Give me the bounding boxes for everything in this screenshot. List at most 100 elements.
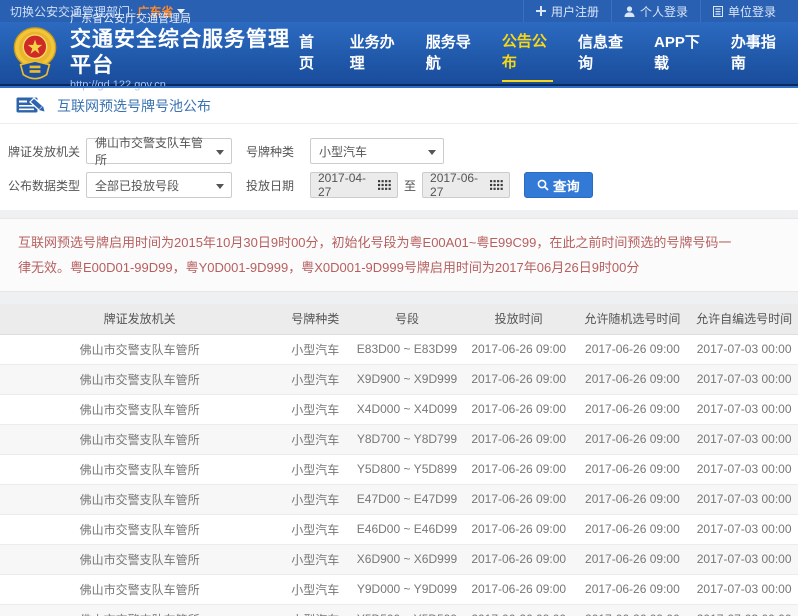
cell-issuing-org: 佛山市交警支队车管所 <box>0 454 280 485</box>
cell-issuing-org: 佛山市交警支队车管所 <box>0 484 280 515</box>
cell-plate-type: 小型汽车 <box>279 364 352 395</box>
table-row: 佛山市交警支队车管所 小型汽车 E46D00 ~ E46D99 2017-06-… <box>0 514 798 545</box>
table-row: 佛山市交警支队车管所 小型汽车 E47D00 ~ E47D99 2017-06-… <box>0 484 798 515</box>
cell-plate-type: 小型汽车 <box>279 574 352 605</box>
table-header-row: 牌证发放机关 号牌种类 号段 投放时间 允许随机选号时间 允许自编选号时间 <box>0 304 798 335</box>
register-link-label: 用户注册 <box>550 4 599 19</box>
cell-release-time: 2017-06-26 09:00 <box>462 334 575 365</box>
cell-release-time: 2017-06-26 09:00 <box>462 394 575 425</box>
cell-issuing-org: 佛山市交警支队车管所 <box>0 544 280 575</box>
issuing-org-label: 牌证发放机关 <box>8 144 81 159</box>
cell-custom-pick-time: 2017-07-03 00:00 <box>690 334 798 365</box>
cell-random-pick-time: 2017-06-26 09:00 <box>574 514 691 545</box>
cell-plate-type: 小型汽车 <box>279 334 352 365</box>
cell-segment: Y5D800 ~ Y5D899 <box>351 454 463 485</box>
cell-segment: X4D000 ~ X4D099 <box>351 394 463 425</box>
plate-type-value: 小型汽车 <box>319 144 368 159</box>
cell-segment: E47D00 ~ E47D99 <box>351 484 463 515</box>
data-type-value: 全部已投放号段 <box>95 178 180 193</box>
data-type-label: 公布数据类型 <box>8 178 81 193</box>
cell-release-time: 2017-06-26 09:00 <box>462 604 575 616</box>
cell-plate-type: 小型汽车 <box>279 394 352 425</box>
cell-random-pick-time: 2017-06-26 09:00 <box>574 604 691 616</box>
person-icon <box>624 5 635 17</box>
date-from-input[interactable]: 2017-04-27 <box>310 171 398 199</box>
nav-item[interactable]: APP下载 <box>654 25 706 81</box>
search-button[interactable]: 查询 <box>524 172 593 198</box>
org-name: 广东省公安厅交通管理局 <box>70 13 191 25</box>
table-row: 佛山市交警支队车管所 小型汽车 X4D000 ~ X4D099 2017-06-… <box>0 394 798 425</box>
table-body: 佛山市交警支队车管所 小型汽车 E83D00 ~ E83D99 2017-06-… <box>0 334 798 616</box>
nav-item[interactable]: 办事指南 <box>731 25 782 81</box>
site-header: 广东省公安厅交通管理局 交通安全综合服务管理平台 http://gd.122.g… <box>0 13 798 91</box>
table-row: 佛山市交警支队车管所 小型汽车 Y8D700 ~ Y8D799 2017-06-… <box>0 424 798 455</box>
header-segment: 号段 <box>351 304 463 335</box>
cell-random-pick-time: 2017-06-26 09:00 <box>574 544 691 575</box>
search-icon <box>537 179 549 191</box>
cell-custom-pick-time: 2017-07-03 00:00 <box>690 454 798 485</box>
chevron-down-icon <box>216 184 224 189</box>
cell-random-pick-time: 2017-06-26 09:00 <box>574 394 691 425</box>
cell-plate-type: 小型汽车 <box>279 604 352 616</box>
cell-release-time: 2017-06-26 09:00 <box>462 454 575 485</box>
plate-pool-table: 牌证发放机关 号牌种类 号段 投放时间 允许随机选号时间 允许自编选号时间 佛山… <box>0 304 798 616</box>
calendar-grid-icon <box>490 180 504 190</box>
cell-issuing-org: 佛山市交警支队车管所 <box>0 604 280 616</box>
page-title: 互联网预选号牌号池公布 <box>57 97 211 114</box>
table-row: 佛山市交警支队车管所 小型汽车 E83D00 ~ E83D99 2017-06-… <box>0 334 798 365</box>
personal-login-link[interactable]: 个人登录 <box>610 0 700 22</box>
table-row: 佛山市交警支队车管所 小型汽车 Y5D800 ~ Y5D899 2017-06-… <box>0 454 798 485</box>
header-release-time: 投放时间 <box>462 304 575 335</box>
cell-plate-type: 小型汽车 <box>279 544 352 575</box>
cell-plate-type: 小型汽车 <box>279 424 352 455</box>
plus-icon <box>535 6 546 16</box>
topbar-links: 用户注册 个人登录 单位登录 <box>522 0 788 22</box>
nav-item[interactable]: 业务办理 <box>350 25 401 81</box>
issuing-org-select[interactable]: 佛山市交警支队车管所 <box>86 136 232 167</box>
cell-segment: Y8D700 ~ Y8D799 <box>351 424 463 455</box>
cell-random-pick-time: 2017-06-26 09:00 <box>574 484 691 515</box>
site-url: http://gd.122.gov.cn <box>70 79 166 92</box>
unit-login-link[interactable]: 单位登录 <box>699 0 788 22</box>
cell-segment: X6D900 ~ X6D999 <box>351 544 463 575</box>
release-date-label: 投放日期 <box>246 178 295 193</box>
nav-item[interactable]: 公告公布 <box>501 24 553 82</box>
data-type-select[interactable]: 全部已投放号段 <box>86 172 232 198</box>
cell-release-time: 2017-06-26 09:00 <box>462 364 575 395</box>
header-plate-type: 号牌种类 <box>279 304 352 335</box>
date-to-input[interactable]: 2017-06-27 <box>422 171 511 199</box>
cell-release-time: 2017-06-26 09:00 <box>462 484 575 515</box>
cell-custom-pick-time: 2017-07-03 00:00 <box>690 544 798 575</box>
plate-type-select[interactable]: 小型汽车 <box>310 138 444 164</box>
cell-release-time: 2017-06-26 09:00 <box>462 574 575 605</box>
nav-item[interactable]: 信息查询 <box>578 25 629 81</box>
unit-login-label: 单位登录 <box>727 4 776 19</box>
site-title: 交通安全综合服务管理平台 <box>70 27 290 77</box>
cell-issuing-org: 佛山市交警支队车管所 <box>0 424 280 455</box>
cell-random-pick-time: 2017-06-26 09:00 <box>574 424 691 455</box>
page: 切换公安交通管理部门: 广东省 用户注册 个人登录 单位登录 广东省公安厅交通管… <box>0 0 798 616</box>
search-button-label: 查询 <box>553 178 580 194</box>
main-nav: 首页 业务办理 服务导航 公告公布 信息查询 APP下载 办事指南 <box>299 24 786 82</box>
register-link[interactable]: 用户注册 <box>522 0 611 22</box>
cell-segment: X9D900 ~ X9D999 <box>351 364 463 395</box>
cell-plate-type: 小型汽车 <box>279 454 352 485</box>
cell-random-pick-time: 2017-06-26 09:00 <box>574 334 691 365</box>
cell-issuing-org: 佛山市交警支队车管所 <box>0 514 280 545</box>
table-row: 佛山市交警支队车管所 小型汽车 X9D900 ~ X9D999 2017-06-… <box>0 364 798 395</box>
date-from-value: 2017-04-27 <box>318 171 367 199</box>
date-to-value: 2017-06-27 <box>430 171 479 199</box>
brand-text: 广东省公安厅交通管理局 交通安全综合服务管理平台 http://gd.122.g… <box>70 13 299 93</box>
filter-row-2: 公布数据类型 全部已投放号段 投放日期 2017-04-27 至 2017-06… <box>6 170 792 200</box>
cell-custom-pick-time: 2017-07-03 00:00 <box>690 604 798 616</box>
plate-type-label: 号牌种类 <box>246 144 295 159</box>
cell-release-time: 2017-06-26 09:00 <box>462 424 575 455</box>
cell-custom-pick-time: 2017-07-03 00:00 <box>690 484 798 515</box>
cell-random-pick-time: 2017-06-26 09:00 <box>574 454 691 485</box>
nav-item[interactable]: 服务导航 <box>426 25 477 81</box>
cell-custom-pick-time: 2017-07-03 00:00 <box>690 424 798 455</box>
license-pen-icon <box>16 97 45 113</box>
brand: 广东省公安厅交通管理局 交通安全综合服务管理平台 http://gd.122.g… <box>8 13 299 93</box>
chevron-down-icon <box>428 150 436 155</box>
nav-item[interactable]: 首页 <box>299 25 325 81</box>
